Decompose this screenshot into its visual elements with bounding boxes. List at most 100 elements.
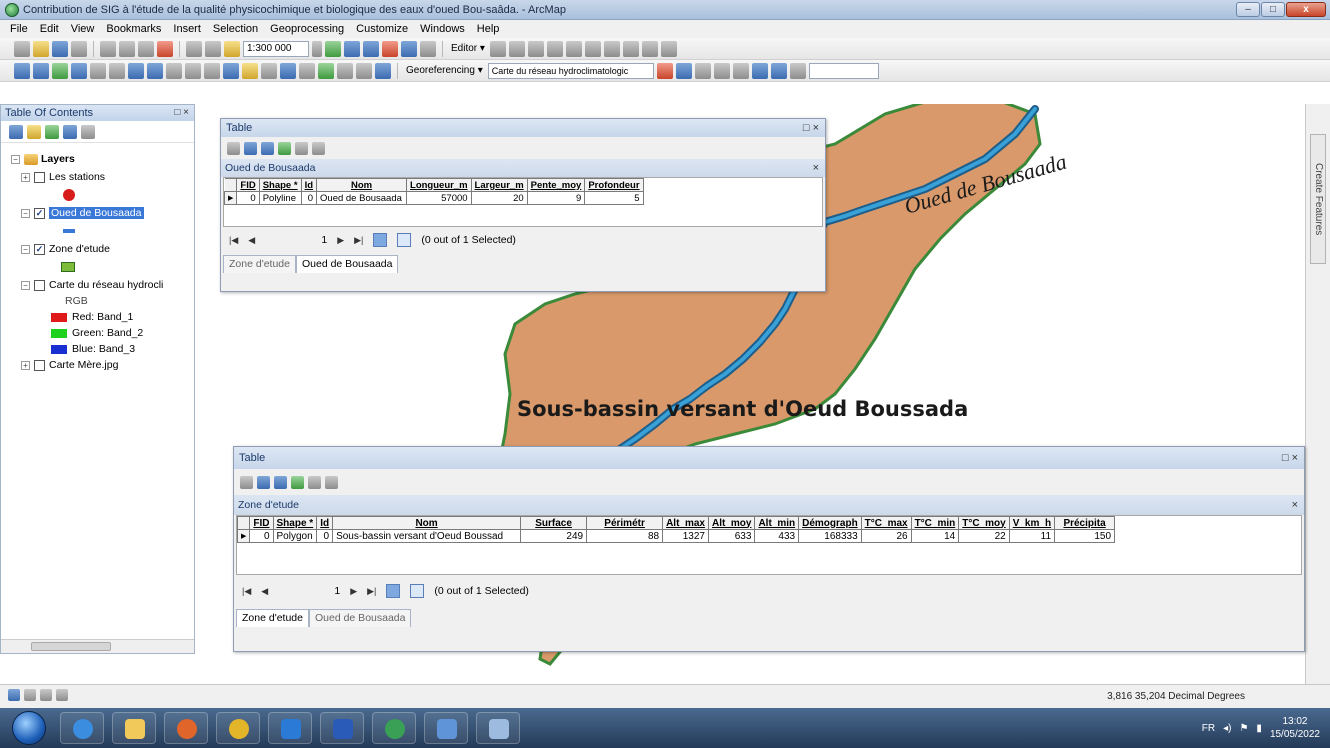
clear-selection-icon[interactable] [295,141,308,155]
expand-icon[interactable]: + [21,360,30,370]
cut-icon[interactable] [100,40,116,57]
layout-view-icon[interactable] [24,689,36,701]
minimize-button[interactable]: – [1236,2,1260,17]
cell[interactable]: 633 [707,529,756,543]
list-by-selection-icon[interactable] [63,124,77,139]
cell[interactable]: 26 [860,529,912,543]
col-header[interactable]: Shape * [258,178,302,192]
refresh-view-icon[interactable] [40,689,52,701]
paste-icon[interactable] [138,40,154,57]
prev-record-icon[interactable]: ◀ [261,586,268,597]
toc-horizontal-scrollbar[interactable] [1,639,194,653]
clock[interactable]: 13:02 15/05/2022 [1270,715,1320,741]
expand-icon[interactable]: + [21,172,30,182]
col-header[interactable]: FID [249,516,274,530]
end-point-arc-icon[interactable] [546,40,563,57]
clear-selection-icon[interactable] [308,475,321,489]
col-header[interactable]: Id [316,516,334,530]
taskbar-ie[interactable] [60,712,104,744]
record-number-input[interactable]: 1 [265,234,327,246]
row-selector[interactable]: ▶ [236,529,251,543]
list-by-source-icon[interactable] [27,124,41,139]
show-all-records-icon[interactable] [373,233,388,247]
col-header[interactable]: Précipita [1054,516,1116,530]
col-header[interactable]: V_km_h [1008,516,1056,530]
delete-icon[interactable] [157,40,173,57]
table-row[interactable]: ▶ 0 Polygon 0 Sous-bassin versant d'Oeud… [236,529,1116,543]
taskbar-chrome[interactable] [216,712,260,744]
fixed-zoom-in-icon[interactable] [90,62,106,79]
select-elements-icon[interactable] [204,62,220,79]
pan-icon[interactable] [52,62,68,79]
editor-menu[interactable]: Editor ▾ [451,43,485,54]
cell[interactable]: 0 [249,529,274,543]
create-features-tab[interactable]: Create Features [1310,134,1326,264]
menu-customize[interactable]: Customize [356,23,408,35]
attributes-icon[interactable] [622,40,639,57]
view-link-table-icon[interactable] [751,62,768,79]
pause-drawing-icon[interactable] [56,689,68,701]
delete-selected-icon[interactable] [325,475,338,489]
cell[interactable]: 150 [1054,529,1116,543]
full-extent-icon[interactable] [71,62,87,79]
cell[interactable]: 249 [520,529,588,543]
cell[interactable]: 57000 [406,191,472,205]
scroll-thumb[interactable] [31,642,111,651]
start-button[interactable] [12,711,46,745]
layer-visibility-checkbox[interactable] [34,359,45,371]
menu-bookmarks[interactable]: Bookmarks [106,23,161,35]
network-icon[interactable]: ▮ [1256,723,1262,734]
menu-help[interactable]: Help [477,23,500,35]
map-scale-input[interactable]: 1:300 000 [243,40,309,57]
list-by-drawing-order-icon[interactable] [9,124,23,139]
language-indicator[interactable]: FR [1202,723,1215,734]
new-icon[interactable] [14,40,30,57]
col-header[interactable]: Id [300,178,318,192]
oued-symbol[interactable] [63,223,75,239]
tab-zone-etude[interactable]: Zone d'etude [236,609,309,627]
scale-dropdown-icon[interactable] [312,40,322,57]
create-features-icon[interactable] [660,40,677,57]
col-header[interactable]: Alt_max [662,516,709,530]
time-slider-icon[interactable] [356,62,372,79]
related-tables-icon[interactable] [257,475,270,489]
close-layer-tab-icon[interactable]: × [813,159,819,177]
georef-layer-select[interactable]: Carte du réseau hydroclimatologic [487,62,654,79]
next-record-icon[interactable]: ▶ [350,586,357,597]
collapse-icon[interactable]: − [21,208,30,218]
sketch-tool-icon[interactable] [508,40,525,57]
taskbar-word[interactable] [320,712,364,744]
add-control-points-icon[interactable] [656,62,673,79]
viewer-settings-icon[interactable] [789,62,806,79]
stations-symbol[interactable] [63,187,75,203]
cell[interactable]: 5 [584,191,644,205]
add-data-icon[interactable] [224,40,240,57]
menu-edit[interactable]: Edit [40,23,59,35]
shift-raster-icon[interactable] [694,62,711,79]
cell[interactable]: 0 [316,529,334,543]
flag-icon[interactable]: ⚑ [1239,723,1248,734]
save-icon[interactable] [52,40,68,57]
cell[interactable]: 0 [236,191,260,205]
col-header[interactable]: T°C_moy [958,516,1010,530]
related-tables-icon[interactable] [244,141,257,155]
col-header[interactable]: Nom [332,516,522,530]
row-selector[interactable]: ▶ [223,191,238,205]
layer-visibility-checkbox[interactable]: ✓ [34,207,45,219]
clear-selection-icon[interactable] [185,62,201,79]
attribute-grid[interactable]: FID Shape * Id Nom Surface Périmétr Alt_… [236,515,1302,575]
col-header[interactable]: Démograph [798,516,862,530]
switch-selection-icon[interactable] [291,475,304,489]
measure-icon[interactable] [280,62,296,79]
col-header[interactable]: Surface [520,516,588,530]
redo-icon[interactable] [205,40,221,57]
layer-visibility-checkbox[interactable] [34,171,45,183]
straight-segment-icon[interactable] [527,40,544,57]
taskbar-paint[interactable] [476,712,520,744]
cell[interactable]: Polyline [258,191,302,205]
taskbar-firefox[interactable] [164,712,208,744]
delete-selected-icon[interactable] [312,141,325,155]
table-row[interactable]: ▶ 0 Polyline 0 Oued de Bousaada 57000 20… [223,191,644,205]
zoom-in-icon[interactable] [14,62,30,79]
show-selected-records-icon[interactable] [410,584,425,598]
